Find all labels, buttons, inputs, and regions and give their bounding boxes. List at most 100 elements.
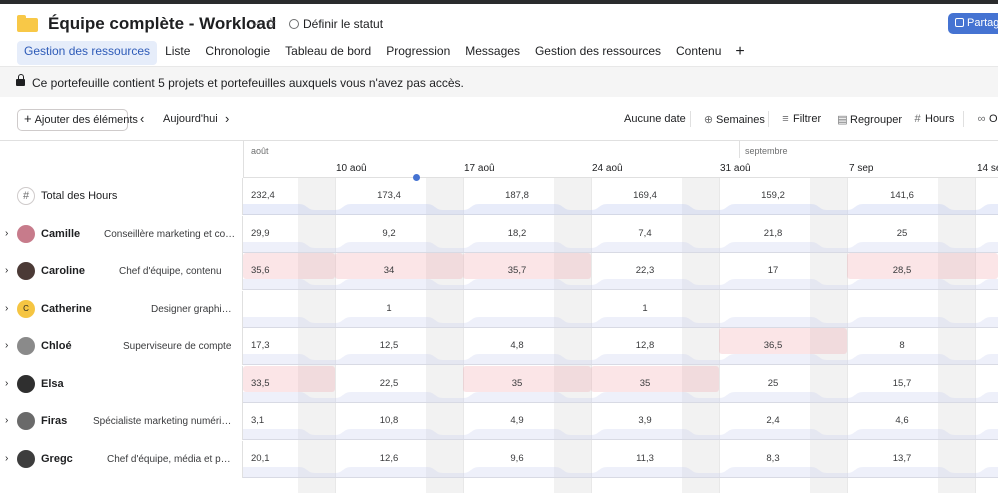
hours-value[interactable]: 10,8 bbox=[369, 415, 409, 426]
hours-value[interactable]: 35,6 bbox=[251, 265, 291, 276]
hours-value[interactable]: 13,7 bbox=[882, 453, 922, 464]
person-row[interactable]: › Elsa 33,5 22,5 35 35 25 15,7 bbox=[0, 365, 998, 403]
person-name[interactable]: Camille bbox=[41, 228, 80, 240]
row-header: › C Catherine Designer graphiqu... bbox=[0, 290, 243, 328]
chevron-right-icon[interactable]: › bbox=[5, 378, 8, 389]
avatar[interactable] bbox=[17, 224, 35, 243]
filter-label: Filtrer bbox=[793, 113, 822, 125]
hours-value[interactable]: 1 bbox=[369, 303, 409, 314]
hours-value[interactable]: 1 bbox=[625, 303, 665, 314]
hours-value[interactable]: 22,3 bbox=[625, 265, 665, 276]
row-header: # Total des Hours bbox=[0, 178, 243, 215]
tab-content[interactable]: Contenu bbox=[669, 41, 728, 65]
hours-value[interactable]: 33,5 bbox=[251, 378, 291, 389]
person-name[interactable]: Caroline bbox=[41, 265, 85, 277]
hours-value[interactable]: 25 bbox=[882, 228, 922, 239]
options-icon: ∞ bbox=[977, 113, 986, 125]
hours-value[interactable]: 35,7 bbox=[497, 265, 537, 276]
person-row[interactable]: › C Catherine Designer graphiqu... 1 1 bbox=[0, 290, 998, 328]
hours-value[interactable]: 9,2 bbox=[369, 228, 409, 239]
person-row[interactable]: › Chloé Superviseure de compte 17,3 12,5 4,8 1… bbox=[0, 328, 998, 365]
hours-value[interactable]: 34 bbox=[369, 265, 409, 276]
chevron-right-icon[interactable]: › bbox=[5, 340, 8, 351]
hours-value[interactable]: 28,5 bbox=[882, 265, 922, 276]
avatar[interactable] bbox=[17, 412, 35, 430]
avatar[interactable] bbox=[17, 374, 35, 393]
hours-value[interactable]: 35 bbox=[497, 378, 537, 389]
hours-value[interactable]: 3,9 bbox=[625, 415, 665, 426]
avatar[interactable] bbox=[17, 337, 35, 355]
person-name[interactable]: Firas bbox=[41, 415, 67, 427]
hours-button[interactable]: # Hours bbox=[912, 113, 954, 125]
hours-value[interactable]: 3,1 bbox=[251, 415, 291, 426]
person-name[interactable]: Catherine bbox=[41, 303, 92, 315]
status-circle-icon[interactable] bbox=[289, 19, 299, 29]
hours-value[interactable]: 20,1 bbox=[251, 453, 291, 464]
tab-dashboard[interactable]: Tableau de bord bbox=[278, 41, 378, 65]
person-name[interactable]: Gregc bbox=[41, 453, 73, 465]
hours-value[interactable]: 12,8 bbox=[625, 340, 665, 351]
hours-value[interactable]: 8,3 bbox=[753, 453, 793, 464]
filter-button[interactable]: ≡ Filtrer bbox=[780, 113, 821, 125]
tab-timeline[interactable]: Chronologie bbox=[198, 41, 277, 65]
row-header: › Firas Spécialiste marketing numériqu... bbox=[0, 403, 243, 440]
filter-icon: ≡ bbox=[782, 113, 789, 125]
chevron-right-icon[interactable]: › bbox=[5, 303, 8, 314]
avatar[interactable] bbox=[17, 449, 35, 468]
add-tab-icon[interactable]: + bbox=[729, 41, 750, 65]
row-header: › Camille Conseillère marketing et com... bbox=[0, 215, 243, 253]
tab-messages[interactable]: Messages bbox=[458, 41, 527, 65]
options-button[interactable]: ∞Op bbox=[976, 113, 998, 125]
hours-value[interactable]: 15,7 bbox=[882, 378, 922, 389]
tab-progress[interactable]: Progression bbox=[379, 41, 457, 65]
timeline-header: août septembre 10 aoû 17 aoû 24 aoû 31 a… bbox=[243, 141, 998, 178]
share-button[interactable]: Partage bbox=[948, 13, 998, 34]
page-header: Équipe complète - Workload ⌵ ☆ Définir l… bbox=[0, 4, 998, 66]
chevron-right-icon[interactable]: › bbox=[5, 453, 8, 464]
hours-value[interactable]: 9,6 bbox=[497, 453, 537, 464]
hours-value[interactable]: 12,6 bbox=[369, 453, 409, 464]
hours-value[interactable]: 2,4 bbox=[753, 415, 793, 426]
hours-value[interactable]: 21,8 bbox=[753, 228, 793, 239]
person-row[interactable]: › Gregc Chef d'équipe, média et perf... 20,… bbox=[0, 440, 998, 478]
person-row[interactable]: › Caroline Chef d'équipe, contenu 35,6 34 35,… bbox=[0, 253, 998, 290]
chevron-right-icon[interactable]: › bbox=[5, 415, 8, 426]
hours-value[interactable]: 4,8 bbox=[497, 340, 537, 351]
hours-value[interactable]: 7,4 bbox=[625, 228, 665, 239]
hours-value[interactable]: 18,2 bbox=[497, 228, 537, 239]
avatar[interactable]: C bbox=[17, 299, 35, 318]
hours-value[interactable]: 22,5 bbox=[369, 378, 409, 389]
group-button[interactable]: ▤ Regrouper bbox=[837, 113, 902, 126]
person-role: Chef d'équipe, média et perf... bbox=[107, 453, 236, 465]
person-row[interactable]: › Camille Conseillère marketing et com... 2… bbox=[0, 215, 998, 253]
no-date-button[interactable]: Aucune date bbox=[624, 113, 686, 125]
hours-value[interactable]: 17,3 bbox=[251, 340, 291, 351]
hours-value[interactable]: 17 bbox=[753, 265, 793, 276]
tab-resource-management-2[interactable]: Gestion des ressources bbox=[528, 41, 668, 65]
tab-list[interactable]: Liste bbox=[158, 41, 197, 65]
avatar[interactable] bbox=[17, 262, 35, 280]
set-status-button[interactable]: Définir le statut bbox=[303, 17, 383, 31]
hours-value[interactable]: 36,5 bbox=[753, 340, 793, 351]
star-icon[interactable]: ☆ bbox=[265, 15, 277, 31]
person-name[interactable]: Elsa bbox=[41, 378, 64, 390]
hours-value[interactable]: 4,9 bbox=[497, 415, 537, 426]
chevron-right-icon[interactable]: › bbox=[225, 111, 229, 126]
chevron-right-icon[interactable]: › bbox=[5, 265, 8, 276]
hours-value[interactable]: 29,9 bbox=[251, 228, 291, 239]
hours-value[interactable]: 4,6 bbox=[882, 415, 922, 426]
hours-value[interactable]: 35 bbox=[625, 378, 665, 389]
chevron-down-icon[interactable]: ⌵ bbox=[251, 17, 259, 30]
chevron-right-icon[interactable]: › bbox=[5, 228, 8, 239]
person-name[interactable]: Chloé bbox=[41, 340, 72, 352]
hours-value[interactable]: 11,3 bbox=[625, 453, 665, 464]
weeks-button[interactable]: ⊕ Semaines bbox=[703, 113, 765, 126]
hours-value[interactable]: 8 bbox=[882, 340, 922, 351]
add-items-button[interactable]: + Ajouter des éléments bbox=[17, 109, 138, 131]
today-button[interactable]: Aujourd'hui bbox=[163, 113, 218, 125]
tab-resource-management[interactable]: Gestion des ressources bbox=[17, 41, 158, 65]
hours-value[interactable]: 12,5 bbox=[369, 340, 409, 351]
chevron-left-icon[interactable]: ‹ bbox=[140, 111, 144, 126]
person-row[interactable]: › Firas Spécialiste marketing numériqu... 3… bbox=[0, 403, 998, 440]
hours-value[interactable]: 25 bbox=[753, 378, 793, 389]
